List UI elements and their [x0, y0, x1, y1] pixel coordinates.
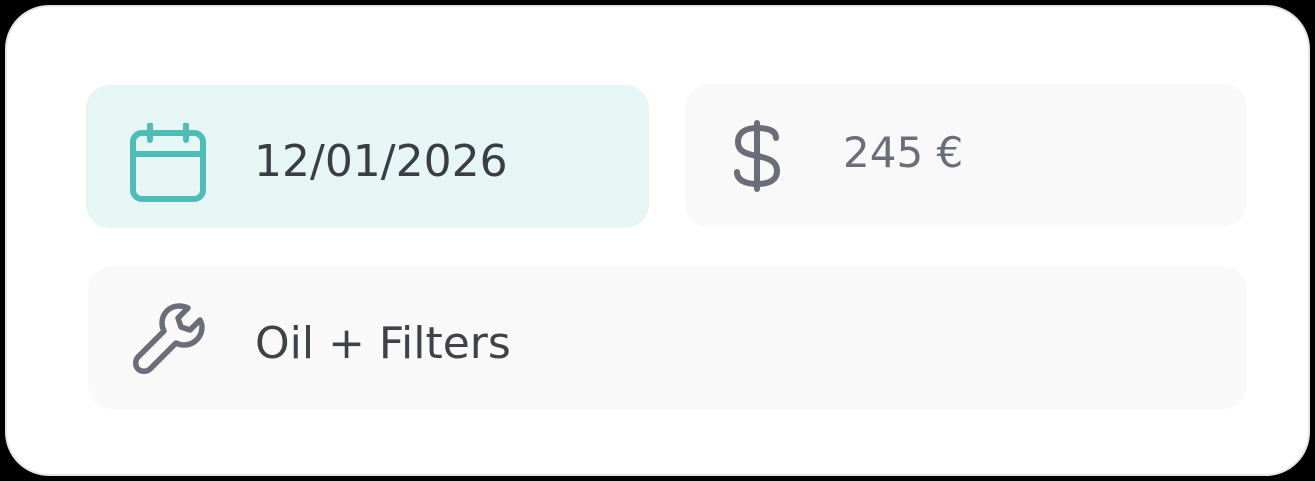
date-field[interactable]: 12/01/2026 [86, 85, 649, 228]
dollar-icon [734, 120, 781, 192]
service-entry-card: 12/01/2026 245 € Oil + Filters [5, 5, 1310, 476]
date-value: 12/01/2026 [254, 136, 508, 187]
service-field[interactable]: Oil + Filters [88, 266, 1247, 409]
cost-field[interactable]: 245 € [685, 84, 1247, 227]
calendar-icon [130, 123, 206, 202]
cost-value: 245 € [843, 128, 964, 177]
wrench-icon [133, 303, 205, 374]
service-value: Oil + Filters [255, 318, 511, 369]
